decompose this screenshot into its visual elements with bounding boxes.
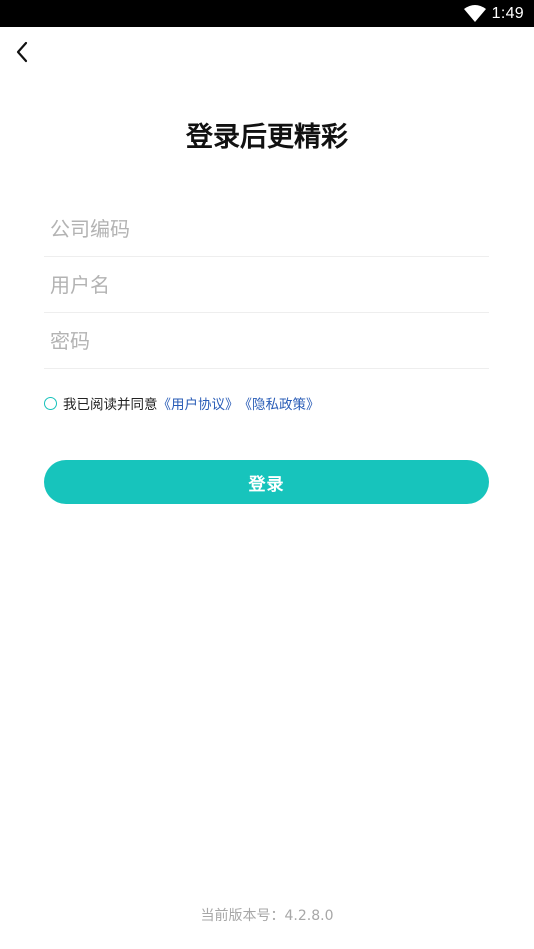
company-code-input[interactable] bbox=[44, 208, 489, 249]
chevron-left-icon bbox=[16, 41, 28, 63]
version-text: 当前版本号：4.2.8.0 bbox=[200, 908, 334, 924]
company-code-row bbox=[44, 201, 489, 257]
username-input[interactable] bbox=[44, 264, 489, 305]
password-row bbox=[44, 313, 489, 369]
password-input[interactable] bbox=[44, 320, 489, 361]
page-title: 登录后更精彩 bbox=[186, 122, 348, 153]
login-form bbox=[44, 201, 489, 369]
status-bar: 1:49 bbox=[0, 0, 534, 27]
privacy-policy-link[interactable]: 《隐私政策》 bbox=[239, 393, 320, 413]
agreement-radio[interactable] bbox=[44, 396, 57, 410]
status-time: 1:49 bbox=[491, 5, 524, 22]
back-button[interactable] bbox=[6, 36, 38, 68]
user-agreement-link[interactable]: 《用户协议》 bbox=[158, 393, 239, 413]
wifi-icon bbox=[464, 5, 486, 22]
username-row bbox=[44, 257, 489, 313]
agreement-text: 我已阅读并同意 bbox=[63, 397, 158, 413]
login-button[interactable]: 登录 bbox=[44, 460, 489, 504]
agreement-row: 我已阅读并同意 《用户协议》 《隐私政策》 bbox=[44, 393, 320, 413]
